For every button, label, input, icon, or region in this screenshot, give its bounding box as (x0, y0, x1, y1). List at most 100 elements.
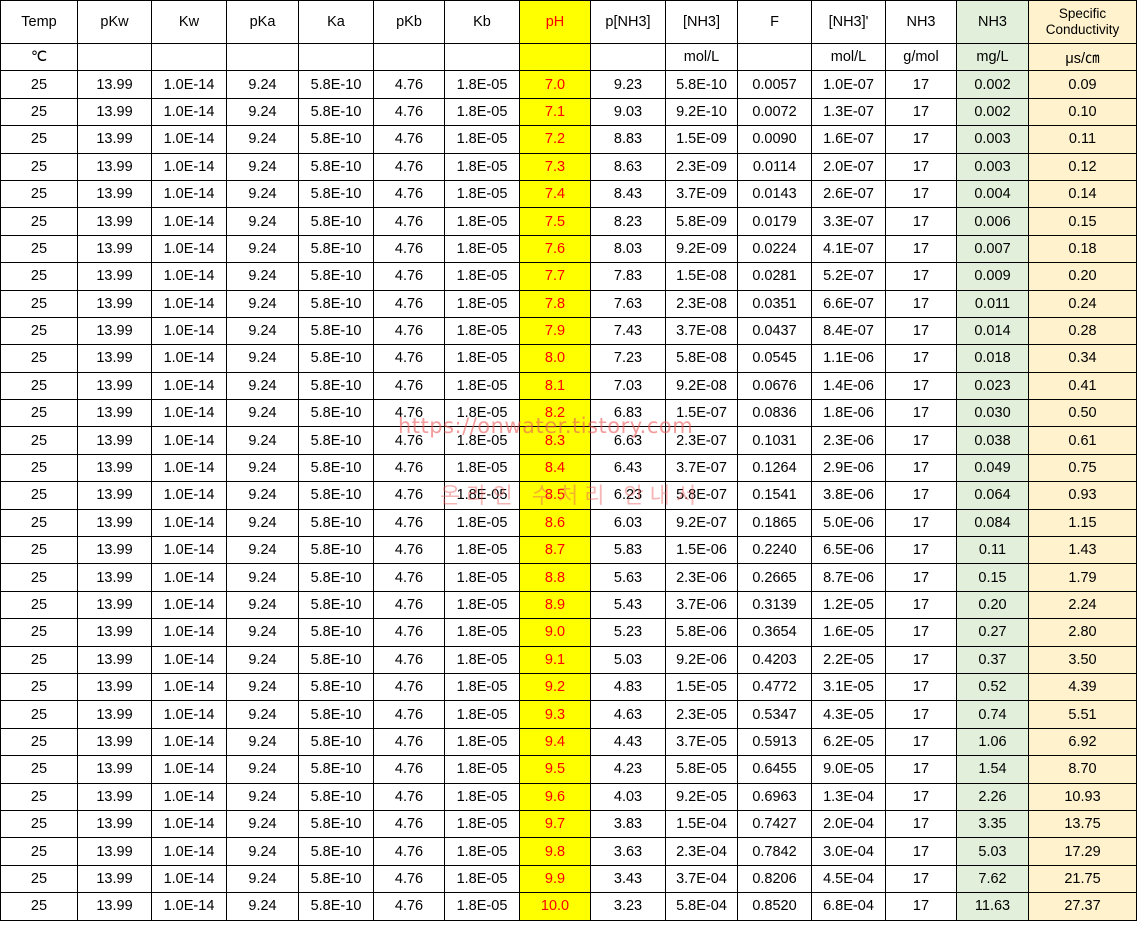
cell-kb[interactable]: 1.8E-05 (444, 837, 520, 866)
cell-nh3-conc[interactable]: 3.7E-06 (665, 590, 738, 620)
cell-kb[interactable]: 1.8E-05 (444, 864, 520, 894)
cell-f[interactable]: 0.0090 (737, 125, 812, 154)
cell-nh3-conc[interactable]: 5.8E-06 (665, 618, 738, 647)
header-specific-conductivity[interactable]: Specific Conductivity (1028, 0, 1137, 44)
cell-ka[interactable]: 5.8E-10 (298, 864, 374, 894)
cell-p-nh3[interactable]: 8.03 (590, 234, 666, 264)
cell-pkb[interactable]: 4.76 (373, 234, 445, 264)
cell-kw[interactable]: 1.0E-14 (151, 508, 227, 538)
cell-nh3-conc-prime[interactable]: 2.9E-06 (811, 453, 886, 483)
cell-pkw[interactable]: 13.99 (77, 645, 152, 674)
cell-p-nh3[interactable]: 3.23 (590, 892, 666, 921)
cell-ka[interactable]: 5.8E-10 (298, 672, 374, 702)
cell-f[interactable]: 0.7842 (737, 837, 812, 866)
unit-nh3-conc[interactable]: mol/L (665, 42, 738, 72)
cell-temp[interactable]: 25 (0, 371, 78, 401)
cell-specific-conductivity[interactable]: 8.70 (1028, 755, 1137, 784)
cell-ka[interactable]: 5.8E-10 (298, 590, 374, 620)
cell-pkb[interactable]: 4.76 (373, 892, 445, 921)
cell-ph[interactable]: 8.7 (519, 536, 591, 565)
cell-ph[interactable]: 8.9 (519, 590, 591, 620)
cell-ph[interactable]: 9.9 (519, 864, 591, 894)
cell-specific-conductivity[interactable]: 0.41 (1028, 371, 1137, 401)
cell-specific-conductivity[interactable]: 5.51 (1028, 700, 1137, 729)
cell-nh3-conc[interactable]: 3.7E-09 (665, 179, 738, 209)
cell-kb[interactable]: 1.8E-05 (444, 152, 520, 181)
cell-kw[interactable]: 1.0E-14 (151, 344, 227, 373)
cell-nh3-molar-mass[interactable]: 17 (885, 672, 957, 702)
cell-specific-conductivity[interactable]: 0.61 (1028, 426, 1137, 455)
cell-nh3-conc-prime[interactable]: 8.4E-07 (811, 316, 886, 346)
cell-pka[interactable]: 9.24 (226, 645, 299, 674)
cell-pka[interactable]: 9.24 (226, 782, 299, 811)
cell-kw[interactable]: 1.0E-14 (151, 70, 227, 99)
cell-f[interactable]: 0.1865 (737, 508, 812, 538)
cell-ph[interactable]: 7.1 (519, 97, 591, 127)
cell-p-nh3[interactable]: 3.63 (590, 837, 666, 866)
cell-nh3-molar-mass[interactable]: 17 (885, 70, 957, 99)
cell-nh3-mg[interactable]: 0.006 (956, 207, 1029, 236)
cell-ph[interactable]: 9.3 (519, 700, 591, 729)
cell-nh3-molar-mass[interactable]: 17 (885, 371, 957, 401)
cell-p-nh3[interactable]: 4.03 (590, 782, 666, 811)
cell-pkw[interactable]: 13.99 (77, 536, 152, 565)
cell-nh3-conc[interactable]: 2.3E-08 (665, 289, 738, 318)
cell-nh3-conc[interactable]: 1.5E-07 (665, 399, 738, 428)
cell-ph[interactable]: 9.1 (519, 645, 591, 674)
cell-f[interactable]: 0.0114 (737, 152, 812, 181)
header-p-nh3[interactable]: p[NH3] (590, 0, 666, 44)
cell-nh3-conc-prime[interactable]: 4.3E-05 (811, 700, 886, 729)
cell-kw[interactable]: 1.0E-14 (151, 864, 227, 894)
cell-nh3-molar-mass[interactable]: 17 (885, 179, 957, 209)
cell-pkw[interactable]: 13.99 (77, 809, 152, 839)
cell-nh3-mg[interactable]: 7.62 (956, 864, 1029, 894)
cell-kb[interactable]: 1.8E-05 (444, 234, 520, 264)
cell-nh3-molar-mass[interactable]: 17 (885, 892, 957, 921)
cell-nh3-mg[interactable]: 11.63 (956, 892, 1029, 921)
cell-pka[interactable]: 9.24 (226, 70, 299, 99)
cell-pkb[interactable]: 4.76 (373, 207, 445, 236)
cell-p-nh3[interactable]: 8.23 (590, 207, 666, 236)
cell-ph[interactable]: 7.2 (519, 125, 591, 154)
cell-kb[interactable]: 1.8E-05 (444, 399, 520, 428)
cell-nh3-molar-mass[interactable]: 17 (885, 727, 957, 757)
cell-specific-conductivity[interactable]: 4.39 (1028, 672, 1137, 702)
cell-nh3-conc[interactable]: 9.2E-09 (665, 234, 738, 264)
unit-nh3-conc-prime[interactable]: mol/L (811, 42, 886, 72)
cell-specific-conductivity[interactable]: 21.75 (1028, 864, 1137, 894)
cell-pkb[interactable]: 4.76 (373, 179, 445, 209)
cell-pkw[interactable]: 13.99 (77, 755, 152, 784)
cell-ph[interactable]: 9.6 (519, 782, 591, 811)
unit-pkb[interactable] (373, 42, 445, 72)
cell-pkb[interactable]: 4.76 (373, 645, 445, 674)
cell-nh3-mg[interactable]: 1.54 (956, 755, 1029, 784)
cell-kw[interactable]: 1.0E-14 (151, 837, 227, 866)
cell-p-nh3[interactable]: 8.43 (590, 179, 666, 209)
cell-nh3-molar-mass[interactable]: 17 (885, 316, 957, 346)
cell-pkb[interactable]: 4.76 (373, 536, 445, 565)
header-pkw[interactable]: pKw (77, 0, 152, 44)
cell-nh3-mg[interactable]: 0.27 (956, 618, 1029, 647)
cell-p-nh3[interactable]: 3.83 (590, 809, 666, 839)
cell-pkb[interactable]: 4.76 (373, 316, 445, 346)
cell-nh3-conc[interactable]: 1.5E-08 (665, 262, 738, 291)
cell-nh3-conc[interactable]: 3.7E-08 (665, 316, 738, 346)
cell-f[interactable]: 0.1264 (737, 453, 812, 483)
cell-nh3-conc-prime[interactable]: 6.2E-05 (811, 727, 886, 757)
cell-pka[interactable]: 9.24 (226, 399, 299, 428)
cell-temp[interactable]: 25 (0, 590, 78, 620)
cell-temp[interactable]: 25 (0, 563, 78, 592)
cell-pka[interactable]: 9.24 (226, 618, 299, 647)
cell-nh3-mg[interactable]: 0.014 (956, 316, 1029, 346)
cell-nh3-conc[interactable]: 9.2E-08 (665, 371, 738, 401)
cell-kb[interactable]: 1.8E-05 (444, 207, 520, 236)
cell-pkb[interactable]: 4.76 (373, 590, 445, 620)
cell-pka[interactable]: 9.24 (226, 179, 299, 209)
cell-kb[interactable]: 1.8E-05 (444, 782, 520, 811)
cell-kb[interactable]: 1.8E-05 (444, 809, 520, 839)
cell-nh3-mg[interactable]: 0.007 (956, 234, 1029, 264)
cell-nh3-conc-prime[interactable]: 5.0E-06 (811, 508, 886, 538)
cell-kb[interactable]: 1.8E-05 (444, 618, 520, 647)
cell-nh3-conc-prime[interactable]: 3.3E-07 (811, 207, 886, 236)
cell-kw[interactable]: 1.0E-14 (151, 426, 227, 455)
